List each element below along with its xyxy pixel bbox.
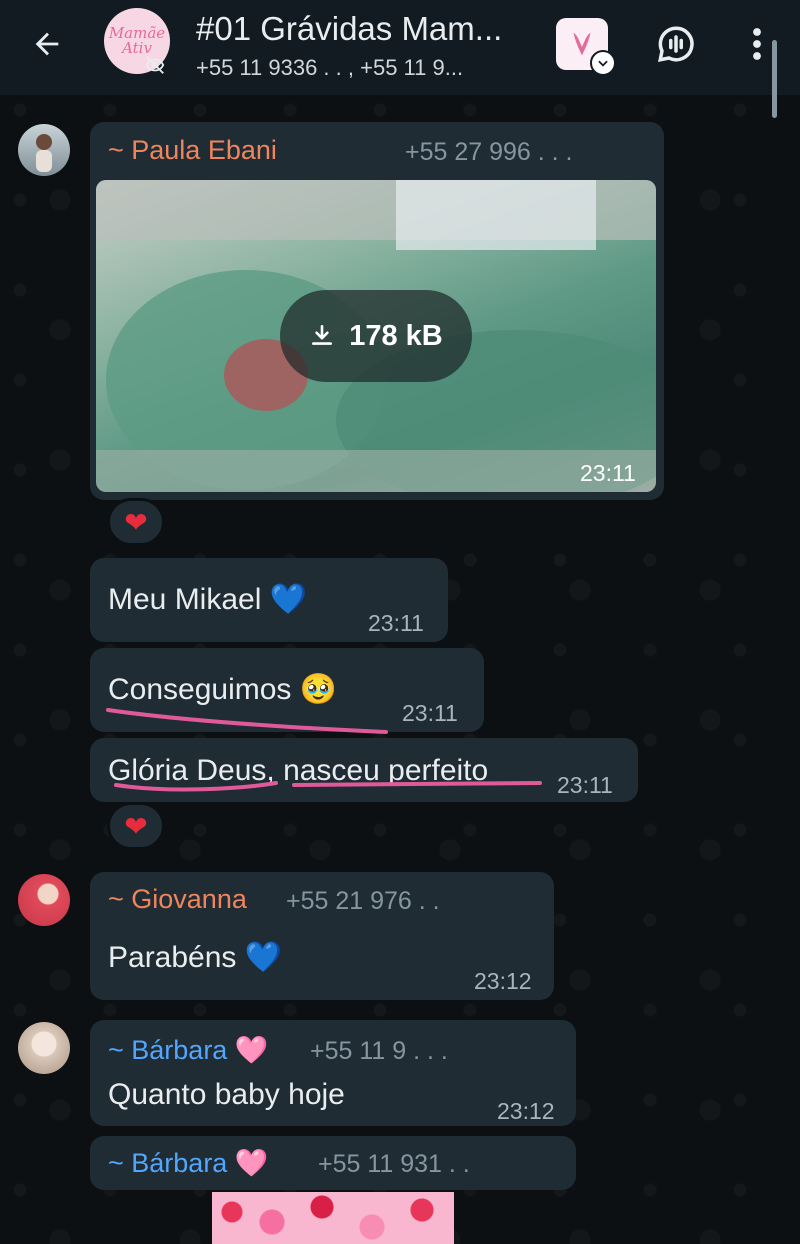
message-time: 23:12 <box>474 968 532 994</box>
highlight-underline <box>114 781 542 792</box>
heart-icon: ❤ <box>124 810 148 842</box>
reaction-badge[interactable]: ❤ <box>107 498 165 546</box>
heart-icon: ❤ <box>124 506 148 538</box>
chevron-down-icon <box>590 50 616 76</box>
group-participants[interactable]: +55 11 9336 . . , +55 11 9... <box>196 55 541 81</box>
voice-chat-icon <box>658 26 694 62</box>
chat-header: Mamãe Ativ #01 Grávidas Mam... +55 11 93… <box>0 0 800 95</box>
message-time: 23:11 <box>557 772 613 798</box>
sender-name[interactable]: ~ Bárbara 🩷 <box>108 1147 268 1179</box>
app-icon[interactable] <box>556 18 616 76</box>
sender-phone: +55 11 9 . . . <box>310 1037 448 1065</box>
sender-phone: +55 11 931 . . <box>318 1150 470 1178</box>
avatar[interactable] <box>18 124 70 176</box>
more-options-button[interactable] <box>740 22 774 66</box>
group-title[interactable]: #01 Grávidas Mam... <box>196 10 541 48</box>
sender-name[interactable]: ~ Paula Ebani <box>108 135 277 166</box>
download-button[interactable]: 178 kB <box>280 290 472 382</box>
avatar[interactable] <box>18 874 70 926</box>
highlight-underline <box>106 708 388 734</box>
more-vert-icon <box>753 28 761 60</box>
sender-name[interactable]: ~ Giovanna <box>108 884 247 915</box>
eye-off-icon <box>140 52 170 78</box>
sender-name[interactable]: ~ Bárbara 🩷 <box>108 1034 268 1066</box>
message-text: Meu Mikael 💙 <box>108 583 308 616</box>
voice-chat-button[interactable] <box>652 20 700 68</box>
download-icon <box>312 324 333 345</box>
message-time: 23:12 <box>497 1098 555 1124</box>
back-button[interactable] <box>22 22 72 66</box>
scrollbar[interactable] <box>772 40 777 118</box>
message-text: Quanto baby hoje <box>108 1078 345 1111</box>
message-time: 23:11 <box>368 610 424 636</box>
arrow-left-icon <box>35 32 59 56</box>
avatar[interactable] <box>18 1022 70 1074</box>
sender-phone: +55 21 976 . . <box>286 887 440 915</box>
message-time: 23:11 <box>402 700 458 726</box>
message-text: Parabéns 💙 <box>108 941 283 974</box>
message-time: 23:11 <box>580 460 636 486</box>
sticker-image[interactable] <box>212 1192 454 1244</box>
file-size: 178 kB <box>349 319 443 352</box>
reaction-badge[interactable]: ❤ <box>107 802 165 850</box>
sender-phone: +55 27 996 . . . <box>405 138 573 166</box>
